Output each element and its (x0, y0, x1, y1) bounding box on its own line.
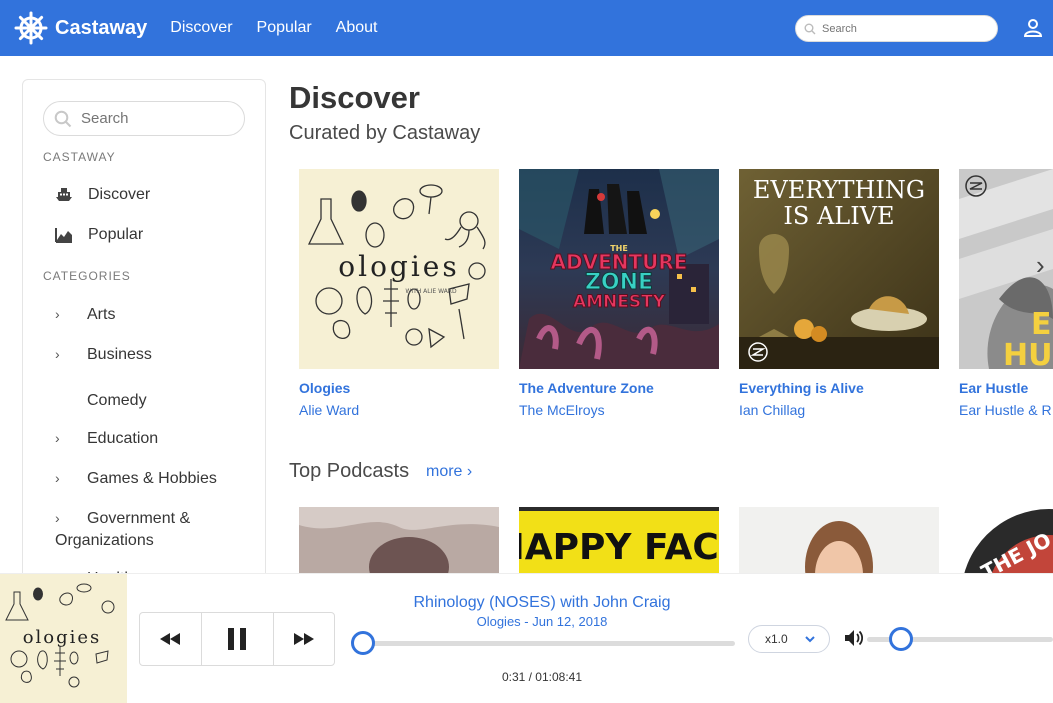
nav-about[interactable]: About (336, 19, 378, 37)
card-title[interactable]: Ear Hustle (959, 380, 1053, 396)
top-podcast-thumb[interactable]: HAPPY FACE (519, 507, 719, 577)
volume-icon[interactable] (844, 629, 864, 647)
menu-label-castaway: CASTAWAY (43, 150, 116, 164)
playback-controls (139, 612, 335, 666)
ear-line1: E (1031, 307, 1052, 342)
sidebar: CASTAWAY Discover Popular CATEGORIES › A… (22, 79, 266, 619)
podcast-card[interactable]: E HU Ear Hustle Ear Hustle & R (959, 169, 1053, 418)
brand-link[interactable]: Castaway (14, 11, 147, 45)
sidebar-item-popular[interactable]: Popular (55, 226, 143, 244)
card-title[interactable]: Ologies (299, 380, 499, 396)
audio-player: ologies Rhinology (NOSES) with John Crai… (0, 573, 1053, 703)
rewind-icon (160, 633, 181, 645)
rewind-button[interactable] (140, 613, 202, 665)
category-arts[interactable]: Arts (87, 304, 115, 326)
happy-face-text: HAPPY FACE (519, 527, 719, 568)
everything-is-alive-artwork: EVERYTHING IS ALIVE (739, 169, 939, 369)
adventure-line3: AMNESTY (573, 292, 666, 312)
thumb-art-3 (739, 507, 939, 577)
thumb-art-1 (299, 507, 499, 577)
ologies-artwork: ologies WITH ALIE WARD (307, 184, 486, 349)
category-business[interactable]: Business (87, 344, 152, 366)
section-title-top-podcasts: Top Podcasts (289, 460, 410, 482)
brand-name: Castaway (55, 16, 148, 39)
sidebar-item-label: Discover (88, 186, 151, 203)
thumb-art-4: THE JO (959, 507, 1053, 577)
category-comedy[interactable]: Comedy (87, 390, 147, 412)
everything-line2: IS ALIVE (783, 202, 894, 230)
everything-line1: EVERYTHING (753, 176, 925, 204)
chevron-right-icon[interactable]: › (55, 510, 60, 526)
podcast-card[interactable]: THE ADVENTURE ZONE AMNESTY The Adventure… (519, 169, 719, 418)
card-author[interactable]: The McElroys (519, 402, 719, 418)
nav-popular[interactable]: Popular (257, 19, 312, 37)
volume-handle[interactable] (889, 627, 913, 651)
playback-speed-select[interactable]: x1.0 (748, 625, 830, 653)
fast-forward-icon (293, 633, 314, 645)
user-icon[interactable] (1023, 18, 1043, 38)
chevron-right-icon[interactable]: › (55, 346, 60, 362)
category-education[interactable]: Education (87, 428, 158, 450)
chevron-right-icon[interactable]: › (55, 430, 60, 446)
top-navbar: Castaway Discover Popular About (0, 0, 1053, 56)
podcast-cover-adventure-zone[interactable]: THE ADVENTURE ZONE AMNESTY (519, 169, 719, 369)
category-government[interactable]: Government & (87, 508, 190, 530)
nav-discover[interactable]: Discover (170, 19, 232, 37)
menu-label-categories: CATEGORIES (43, 269, 131, 283)
search-icon (804, 23, 816, 34)
more-link[interactable]: more › (426, 463, 472, 481)
category-government-line2[interactable]: Organizations (55, 530, 154, 552)
thumb-art-2: HAPPY FACE (519, 507, 719, 577)
podcast-cover-everything-is-alive[interactable]: EVERYTHING IS ALIVE (739, 169, 939, 369)
now-playing-artwork: ologies (0, 574, 127, 703)
speed-value: x1.0 (765, 632, 788, 646)
sidebar-search-input[interactable] (81, 110, 231, 127)
chevron-down-icon (804, 635, 815, 642)
card-author[interactable]: Ian Chillag (739, 402, 939, 418)
podcast-card[interactable]: EVERYTHING IS ALIVE Everything is Alive … (739, 169, 939, 418)
top-search-box (795, 15, 998, 42)
ologies-sub: WITH ALIE WARD (405, 288, 457, 295)
ship-wheel-icon (14, 11, 48, 45)
pause-icon (228, 628, 246, 650)
top-podcast-thumb[interactable] (299, 507, 499, 577)
card-author[interactable]: Ear Hustle & R (959, 402, 1053, 418)
sidebar-search-box (43, 101, 245, 136)
carousel-next-icon[interactable]: › (1036, 250, 1045, 281)
pause-button[interactable] (202, 613, 274, 665)
sidebar-item-label: Popular (88, 226, 144, 243)
now-playing-cover[interactable]: ologies (0, 574, 127, 703)
fast-forward-button[interactable] (274, 613, 335, 665)
ear-line2: HU (1003, 338, 1052, 369)
page-subtitle: Curated by Castaway (289, 122, 481, 144)
chevron-right-icon[interactable]: › (55, 470, 60, 486)
ship-icon (55, 186, 73, 204)
podcast-card[interactable]: ologies WITH ALIE WARD Ologies Alie Ward (299, 169, 499, 418)
episode-meta[interactable]: Ologies - Jun 12, 2018 (342, 614, 742, 629)
search-icon (54, 110, 72, 127)
progress-handle[interactable] (351, 631, 375, 655)
chevron-right-icon[interactable]: › (55, 306, 60, 322)
time-readout: 0:31 / 01:08:41 (501, 670, 583, 684)
adventure-zone-artwork: THE ADVENTURE ZONE AMNESTY (519, 169, 719, 369)
top-search-input[interactable] (822, 22, 982, 35)
page-title: Discover (289, 80, 420, 115)
sidebar-item-discover[interactable]: Discover (55, 186, 150, 204)
progress-track[interactable] (362, 641, 735, 646)
category-games-hobbies[interactable]: Games & Hobbies (87, 468, 217, 490)
ologies-wordmark: ologies (338, 250, 460, 283)
card-title[interactable]: Everything is Alive (739, 380, 939, 396)
card-author[interactable]: Alie Ward (299, 402, 499, 418)
episode-title[interactable]: Rhinology (NOSES) with John Craig (342, 594, 742, 612)
top-podcast-thumb[interactable]: THE JO (959, 507, 1053, 577)
podcast-cover-ologies[interactable]: ologies WITH ALIE WARD (299, 169, 499, 369)
now-playing-wordmark: ologies (23, 627, 102, 648)
top-podcast-thumb[interactable] (739, 507, 939, 577)
chart-icon (55, 226, 73, 244)
card-title[interactable]: The Adventure Zone (519, 380, 719, 396)
